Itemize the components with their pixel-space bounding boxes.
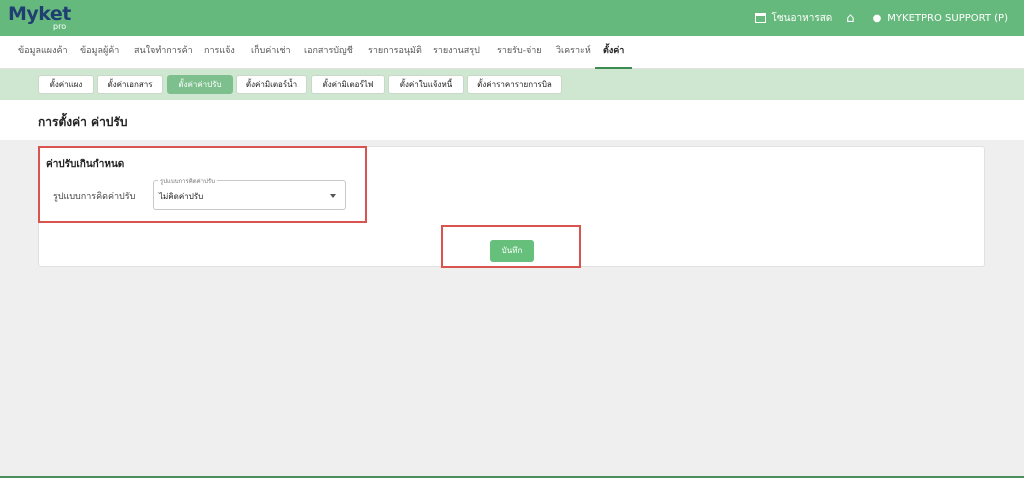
highlight-box-save [441,225,581,268]
store-name[interactable]: โซนอาหารสด [772,11,833,26]
tab-accounting-docs[interactable]: เอกสารบัญชี [304,36,353,69]
subtab-invoice-settings[interactable]: ตั้งค่าใบแจ้งหนี้ [388,75,464,94]
tab-vendor-info[interactable]: ข้อมูลผู้ค้า [80,36,119,69]
highlight-box-settings [38,146,367,223]
store-icon [754,13,766,23]
logo[interactable]: Myket pro [8,3,88,33]
user-icon: ● [872,12,882,24]
top-header: Myket pro โซนอาหารสด ⌂ ● MYKETPRO SUPPOR… [0,0,1024,36]
subtab-document-settings[interactable]: ตั้งค่าเอกสาร [97,75,163,94]
header-right: โซนอาหารสด ⌂ ● MYKETPRO SUPPORT (P) [754,0,1008,36]
subtab-water-meter-settings[interactable]: ตั้งค่ามิเตอร์น้ำ [236,75,307,94]
subtab-stall-settings[interactable]: ตั้งค่าแผง [38,75,94,94]
main-nav: ข้อมูลแผงค้า ข้อมูลผู้ค้า สนใจทำการค้า ก… [0,36,1024,69]
tab-rent-collection[interactable]: เก็บค่าเช่า [251,36,291,69]
home-icon[interactable]: ⌂ [846,11,854,26]
tab-income-expense[interactable]: รายรับ-จ่าย [497,36,542,69]
tab-analysis[interactable]: วิเคราะห์ [556,36,591,69]
tab-interested-trade[interactable]: สนใจทำการค้า [134,36,193,69]
subtab-electric-meter-settings[interactable]: ตั้งค่ามิเตอร์ไฟ [311,75,385,94]
subtab-bill-price-settings[interactable]: ตั้งค่าราคารายการบิล [467,75,562,94]
tab-stall-info[interactable]: ข้อมูลแผงค้า [18,36,68,69]
tab-settings[interactable]: ตั้งค่า [595,36,633,69]
tab-notifications[interactable]: การแจ้ง [204,36,235,69]
subtab-fine-settings[interactable]: ตั้งค่าค่าปรับ [167,75,233,94]
logo-subtext: pro [53,22,67,31]
page-title: การตั้งค่า ค่าปรับ [38,115,128,129]
settings-subnav: ตั้งค่าแผง ตั้งค่าเอกสาร ตั้งค่าค่าปรับ … [0,69,1024,100]
tab-summary-report[interactable]: รายงานสรุป [433,36,480,69]
page-title-bar: การตั้งค่า ค่าปรับ [0,100,1024,140]
tab-approvals[interactable]: รายการอนุมัติ [368,36,422,69]
user-name[interactable]: MYKETPRO SUPPORT (P) [887,13,1008,24]
